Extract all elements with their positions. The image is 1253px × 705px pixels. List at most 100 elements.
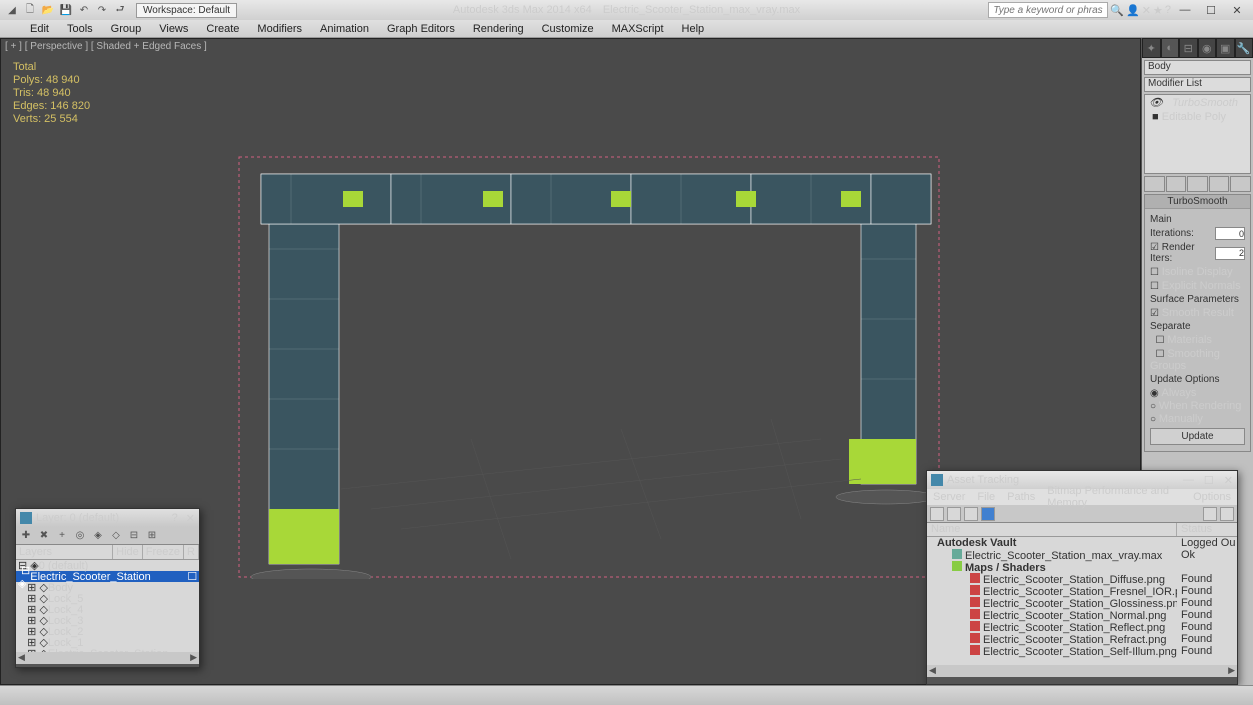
layer-manager-window[interactable]: Layer: 0 (default) ?✕ ✚ ✖ + ◎ ◈ ◇ ⊟ ⊞ La…: [15, 508, 200, 668]
tree-view-icon[interactable]: [947, 507, 961, 521]
scroll-right-icon[interactable]: ▶: [190, 652, 197, 664]
signin-icon[interactable]: 👤: [1126, 4, 1140, 17]
tab-display-icon[interactable]: ▣: [1216, 38, 1235, 58]
expand-icon[interactable]: ⊞: [145, 529, 159, 543]
menu-bitmap[interactable]: Bitmap Performance and Memory: [1047, 485, 1181, 509]
maximize-icon[interactable]: ☐: [1199, 2, 1223, 18]
iterations-spinner[interactable]: [1215, 227, 1245, 240]
show-end-icon[interactable]: [1166, 176, 1187, 192]
modifier-item[interactable]: ■ Editable Poly: [1145, 110, 1250, 124]
tab-hierarchy-icon[interactable]: ⊟: [1179, 38, 1198, 58]
hide-icon[interactable]: ◇: [109, 529, 123, 543]
filter-icon[interactable]: [1220, 507, 1234, 521]
tab-modify-icon[interactable]: ◐: [1161, 38, 1180, 58]
redo-icon[interactable]: ↷: [94, 2, 110, 18]
menu-options[interactable]: Options: [1193, 491, 1231, 503]
menu-paths[interactable]: Paths: [1007, 491, 1035, 503]
render-iters-spinner[interactable]: [1215, 247, 1245, 260]
menu-modifiers[interactable]: Modifiers: [257, 23, 302, 35]
asset-row[interactable]: Electric_Scooter_Station_Glossiness.pngF…: [927, 597, 1237, 609]
menu-tools[interactable]: Tools: [67, 23, 93, 35]
minimize-icon[interactable]: —: [1183, 474, 1194, 487]
help-icon[interactable]: ?: [1165, 4, 1171, 16]
highlight-icon[interactable]: ◈: [91, 529, 105, 543]
viewport-label[interactable]: [ + ] [ Perspective ] [ Shaded + Edged F…: [5, 41, 207, 52]
menu-customize[interactable]: Customize: [542, 23, 594, 35]
table-view-icon[interactable]: [964, 507, 978, 521]
save-icon[interactable]: 💾: [58, 2, 74, 18]
object-name-field[interactable]: Body: [1144, 60, 1251, 75]
materials-checkbox[interactable]: ☐ Materials: [1150, 334, 1245, 346]
minimize-icon[interactable]: —: [1173, 2, 1197, 18]
radio-when-rendering[interactable]: ○ When Rendering: [1150, 400, 1245, 412]
layer-window-titlebar[interactable]: Layer: 0 (default) ?✕: [16, 509, 199, 527]
smooth-result-checkbox[interactable]: ☑ Smooth Result: [1150, 307, 1245, 319]
close-icon[interactable]: ✕: [1224, 474, 1233, 487]
scroll-left-icon[interactable]: ◀: [929, 665, 936, 677]
asset-row[interactable]: Electric_Scooter_Station_Reflect.pngFoun…: [927, 621, 1237, 633]
asset-row[interactable]: Electric_Scooter_Station_Diffuse.pngFoun…: [927, 573, 1237, 585]
help-icon[interactable]: ?: [172, 512, 178, 525]
menu-rendering[interactable]: Rendering: [473, 23, 524, 35]
menu-graph-editors[interactable]: Graph Editors: [387, 23, 455, 35]
modifier-list-dropdown[interactable]: Modifier List: [1144, 77, 1251, 92]
tab-utilities-icon[interactable]: 🔧: [1235, 38, 1253, 58]
unique-icon[interactable]: [1187, 176, 1208, 192]
asset-row[interactable]: Electric_Scooter_Station_Refract.pngFoun…: [927, 633, 1237, 645]
menu-views[interactable]: Views: [159, 23, 188, 35]
highlight-icon[interactable]: [1203, 507, 1217, 521]
asset-row[interactable]: Electric_Scooter_Station_max_vray.maxOk: [927, 549, 1237, 561]
asset-tracking-window[interactable]: Asset Tracking —☐✕ Server File Paths Bit…: [926, 470, 1238, 685]
asset-list[interactable]: Autodesk VaultLogged OuElectric_Scooter_…: [927, 537, 1237, 665]
app-icon[interactable]: ◢: [4, 2, 20, 18]
search-icon[interactable]: 🔍: [1110, 4, 1124, 17]
undo-icon[interactable]: ↶: [76, 2, 92, 18]
new-layer-icon[interactable]: ✚: [19, 529, 33, 543]
modifier-stack[interactable]: 👁 TurboSmooth ■ Editable Poly: [1144, 94, 1251, 174]
rollout-header[interactable]: TurboSmooth: [1145, 195, 1250, 209]
collapse-icon[interactable]: ⊟: [127, 529, 141, 543]
layer-tree[interactable]: ⊟ ◈ 0 (default) ⊟ ◈ Electric_Scooter_Sta…: [16, 560, 199, 652]
workspace-selector[interactable]: Workspace: Default: [136, 3, 237, 18]
menu-edit[interactable]: Edit: [30, 23, 49, 35]
scroll-left-icon[interactable]: ◀: [18, 652, 25, 664]
delete-layer-icon[interactable]: ✖: [37, 529, 51, 543]
asset-row[interactable]: Maps / Shaders: [927, 561, 1237, 573]
refresh-icon[interactable]: [930, 507, 944, 521]
isoline-checkbox[interactable]: ☐ Isoline Display: [1150, 266, 1245, 278]
menu-animation[interactable]: Animation: [320, 23, 369, 35]
menu-group[interactable]: Group: [111, 23, 142, 35]
menu-create[interactable]: Create: [206, 23, 239, 35]
list-view-icon[interactable]: [981, 507, 995, 521]
close-icon[interactable]: ✕: [1225, 2, 1249, 18]
configure-icon[interactable]: [1230, 176, 1251, 192]
link-icon[interactable]: ⮐: [112, 2, 128, 18]
radio-always[interactable]: ◉ Always: [1150, 387, 1245, 399]
close-icon[interactable]: ✕: [186, 512, 195, 525]
exchange-icon[interactable]: ✕: [1142, 4, 1151, 17]
smoothing-groups-checkbox[interactable]: ☐ Smoothing Groups: [1150, 348, 1245, 372]
asset-row[interactable]: Electric_Scooter_Station_Normal.pngFound: [927, 609, 1237, 621]
maximize-icon[interactable]: ☐: [1204, 474, 1214, 487]
search-input[interactable]: [988, 2, 1108, 18]
tab-motion-icon[interactable]: ◉: [1198, 38, 1217, 58]
menu-server[interactable]: Server: [933, 491, 965, 503]
modifier-item[interactable]: 👁 TurboSmooth: [1145, 95, 1250, 110]
asset-row[interactable]: Electric_Scooter_Station_Self-Illum.pngF…: [927, 645, 1237, 657]
tab-create-icon[interactable]: ✦: [1142, 38, 1161, 58]
scroll-right-icon[interactable]: ▶: [1228, 665, 1235, 677]
radio-manually[interactable]: ○ Manually: [1150, 413, 1245, 425]
favorites-icon[interactable]: ★: [1153, 4, 1163, 17]
menu-maxscript[interactable]: MAXScript: [612, 23, 664, 35]
remove-mod-icon[interactable]: [1209, 176, 1230, 192]
new-icon[interactable]: 🗋: [22, 2, 38, 18]
open-icon[interactable]: 📂: [40, 2, 56, 18]
add-selection-icon[interactable]: +: [55, 529, 69, 543]
menu-file[interactable]: File: [977, 491, 995, 503]
menu-help[interactable]: Help: [682, 23, 705, 35]
explicit-normals-checkbox[interactable]: ☐ Explicit Normals: [1150, 280, 1245, 292]
select-highlight-icon[interactable]: ◎: [73, 529, 87, 543]
update-button[interactable]: Update: [1150, 428, 1245, 445]
asset-row[interactable]: Autodesk VaultLogged Ou: [927, 537, 1237, 549]
pin-stack-icon[interactable]: [1144, 176, 1165, 192]
